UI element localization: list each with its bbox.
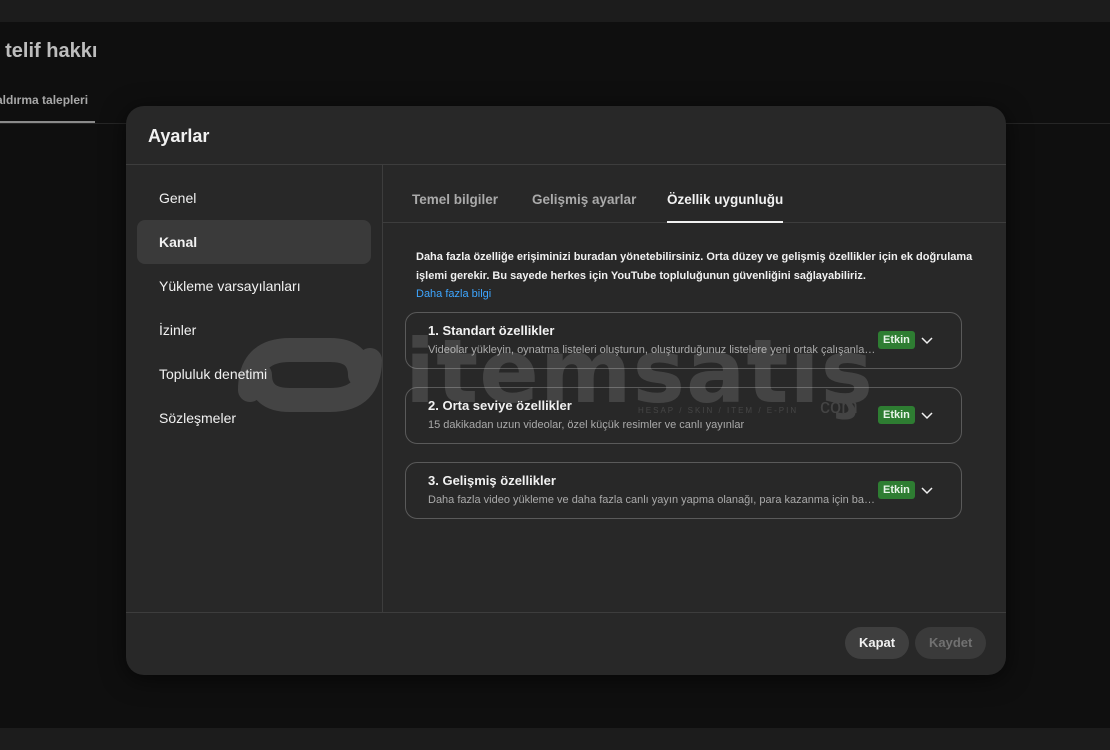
feature-description: 15 dakikadan uzun videolar, özel küçük r… bbox=[428, 419, 745, 431]
status-badge: Etkin bbox=[878, 331, 915, 349]
sidebar-divider bbox=[382, 165, 383, 613]
tab-feature-eligibility[interactable]: Özellik uygunluğu bbox=[667, 165, 784, 223]
sidebar-item-upload-defaults[interactable]: Yükleme varsayılanları bbox=[137, 264, 371, 308]
chevron-down-icon[interactable] bbox=[918, 481, 936, 499]
status-badge: Etkin bbox=[878, 481, 915, 499]
channel-tabs: Temel bilgiler Gelişmiş ayarlar Özellik … bbox=[383, 165, 1006, 223]
feature-title: 1. Standart özellikler bbox=[428, 323, 555, 338]
chevron-down-icon[interactable] bbox=[918, 406, 936, 424]
close-button[interactable]: Kapat bbox=[845, 627, 910, 659]
bottom-bar bbox=[0, 728, 1110, 750]
feature-description: Videolar yükleyin, oynatma listeleri olu… bbox=[428, 344, 878, 356]
feature-card-standard[interactable]: 1. Standart özellikler Videolar yükleyin… bbox=[405, 312, 962, 369]
dialog-title: Ayarlar bbox=[148, 126, 210, 146]
sidebar-item-channel[interactable]: Kanal bbox=[137, 220, 371, 264]
intro-text: Daha fazla özelliğe erişiminizi buradan … bbox=[416, 251, 973, 282]
settings-sidebar: Genel Kanal Yükleme varsayılanları İzinl… bbox=[137, 176, 371, 440]
page-tab-takedown-requests[interactable]: aldırma talepleri bbox=[0, 93, 88, 107]
feature-title: 2. Orta seviye özellikler bbox=[428, 398, 572, 413]
intro-text-block: Daha fazla özelliğe erişiminizi buradan … bbox=[416, 248, 976, 304]
feature-description: Daha fazla video yükleme ve daha fazla c… bbox=[428, 494, 878, 506]
learn-more-link[interactable]: Daha fazla bilgi bbox=[416, 285, 976, 304]
tab-advanced-settings[interactable]: Gelişmiş ayarlar bbox=[532, 165, 636, 223]
chevron-down-icon[interactable] bbox=[918, 331, 936, 349]
tab-basic-info[interactable]: Temel bilgiler bbox=[412, 165, 498, 223]
save-button[interactable]: Kaydet bbox=[915, 627, 987, 659]
sidebar-item-agreements[interactable]: Sözleşmeler bbox=[137, 396, 371, 440]
top-bar bbox=[0, 0, 1110, 22]
sidebar-item-permissions[interactable]: İzinler bbox=[137, 308, 371, 352]
sidebar-item-general[interactable]: Genel bbox=[137, 176, 371, 220]
feature-card-intermediate[interactable]: 2. Orta seviye özellikler 15 dakikadan u… bbox=[405, 387, 962, 444]
footer-divider bbox=[126, 612, 1006, 613]
sidebar-item-community-moderation[interactable]: Topluluk denetimi bbox=[137, 352, 371, 396]
status-badge: Etkin bbox=[878, 406, 915, 424]
settings-dialog: Ayarlar Genel Kanal Yükleme varsayılanla… bbox=[126, 106, 1006, 675]
feature-title: 3. Gelişmiş özellikler bbox=[428, 473, 556, 488]
page-title: l telif hakkı bbox=[0, 40, 98, 62]
feature-card-advanced[interactable]: 3. Gelişmiş özellikler Daha fazla video … bbox=[405, 462, 962, 519]
